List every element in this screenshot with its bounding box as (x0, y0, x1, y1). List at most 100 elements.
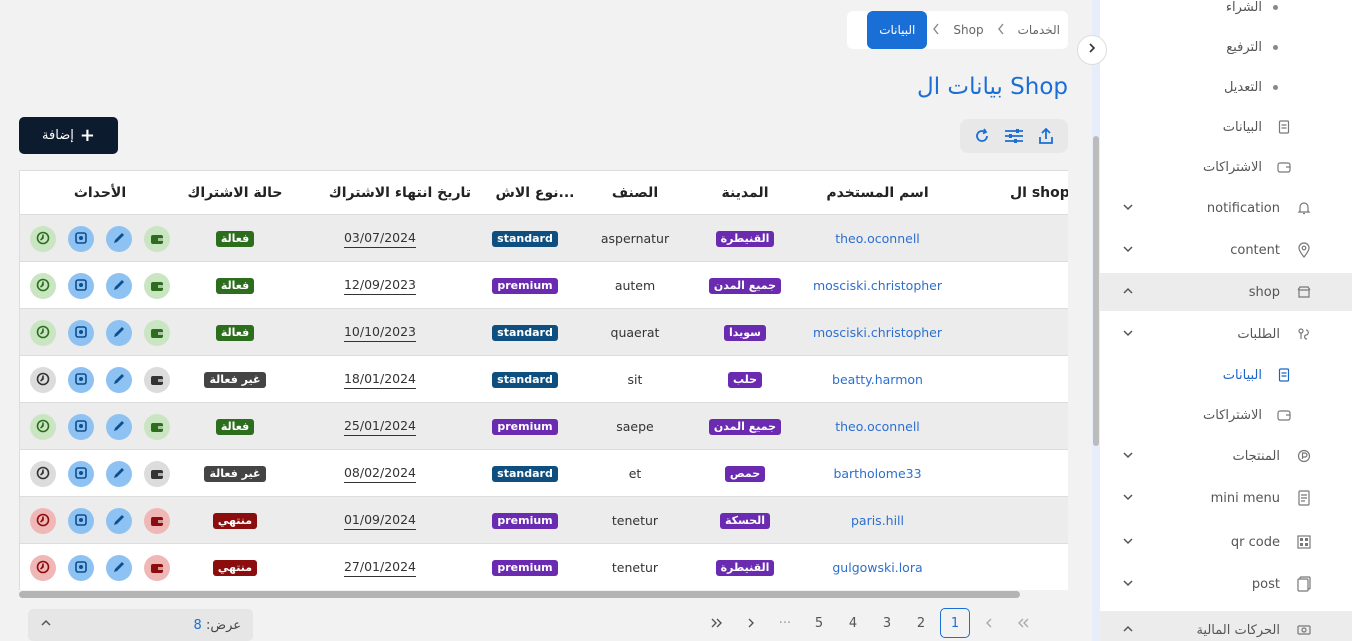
username-link[interactable]: gulgowski.lora (800, 544, 955, 591)
chevron-down-icon[interactable] (1122, 327, 1134, 341)
history-button[interactable] (30, 461, 56, 487)
column-header-username[interactable]: اسم المستخدم (810, 171, 945, 215)
sidebar-item-13[interactable]: qr code (1100, 523, 1352, 561)
filter-sliders-icon[interactable] (1003, 125, 1025, 147)
chevron-down-icon[interactable] (1122, 201, 1134, 215)
username-link[interactable]: theo.oconnell (800, 403, 955, 450)
sidebar-item-14[interactable]: post (1100, 565, 1352, 603)
table-row[interactable]: theo.oconnell جميع المدن saepe premium 25/01… (20, 403, 1068, 450)
edit-button[interactable] (106, 226, 132, 252)
subscription-wallet-button[interactable] (144, 367, 170, 393)
table-row[interactable]: mosciski.christopher جميع المدن autem premi… (20, 262, 1068, 309)
sidebar-item-0[interactable]: الشراء (1100, 0, 1352, 26)
edit-button[interactable] (106, 273, 132, 299)
page-2-button[interactable]: 2 (904, 608, 938, 638)
horizontal-scrollbar[interactable] (19, 590, 1068, 599)
breadcrumb-item-shop[interactable]: Shop (945, 23, 991, 37)
history-button[interactable] (30, 367, 56, 393)
column-header-city[interactable]: المدينة (695, 171, 795, 215)
history-button[interactable] (30, 555, 56, 581)
username-link[interactable]: mosciski.christopher (800, 262, 955, 309)
sidebar-item-7[interactable]: shop (1100, 273, 1352, 311)
edit-button[interactable] (106, 367, 132, 393)
column-header-status[interactable]: حالة الاشتراك (180, 171, 290, 215)
sidebar-toggle-button[interactable] (1077, 35, 1107, 65)
column-header-expiry-date[interactable]: تاريخ انتهاء الاشتراك (325, 171, 475, 215)
table-row[interactable]: paris.hill الحسكة tenetur premium 01/09/2024… (20, 497, 1068, 544)
sidebar-item-3[interactable]: البيانات (1100, 108, 1352, 146)
subscription-wallet-button[interactable] (144, 508, 170, 534)
scrollbar-thumb[interactable] (19, 591, 1020, 598)
view-button[interactable] (68, 320, 94, 346)
column-header-subscription-type[interactable]: نوع الاش... (480, 171, 590, 215)
sidebar-item-8[interactable]: الطلبات (1100, 315, 1352, 353)
chevron-down-icon[interactable] (1122, 491, 1134, 505)
subscription-wallet-button[interactable] (144, 414, 170, 440)
sidebar-item-10[interactable]: الاشتراكات (1100, 396, 1352, 434)
username-link[interactable]: mosciski.christopher (800, 309, 955, 356)
username-link[interactable]: theo.oconnell (800, 215, 955, 262)
last-page-icon[interactable] (700, 608, 734, 638)
sidebar-item-12[interactable]: mini menu (1100, 479, 1352, 517)
sidebar-item-2[interactable]: التعديل (1100, 68, 1352, 106)
breadcrumb-item-services[interactable]: الخدمات (1010, 23, 1068, 37)
subscription-wallet-button[interactable] (144, 273, 170, 299)
page-1-button[interactable]: 1 (940, 608, 970, 638)
sidebar-item-6[interactable]: content (1100, 231, 1352, 269)
column-header-shop[interactable]: ال shop (1010, 171, 1068, 215)
history-button[interactable] (30, 320, 56, 346)
chevron-down-icon[interactable] (1122, 449, 1134, 463)
sidebar-item-5[interactable]: notification (1100, 189, 1352, 227)
sidebar-item-11[interactable]: المنتجات (1100, 437, 1352, 475)
table-row[interactable]: beatty.harmon حلب sit standard 18/01/2024 غير… (20, 356, 1068, 403)
history-button[interactable] (30, 508, 56, 534)
view-button[interactable] (68, 367, 94, 393)
table-row[interactable]: bartholome33 حمص et standard 08/02/2024 غير ف… (20, 450, 1068, 497)
username-link[interactable]: beatty.harmon (800, 356, 955, 403)
sidebar-item-9[interactable]: البيانات (1100, 356, 1352, 394)
page-4-button[interactable]: 4 (836, 608, 870, 638)
export-icon[interactable] (1035, 125, 1057, 147)
chevron-up-icon[interactable] (1122, 623, 1134, 637)
rows-per-page-select[interactable]: عرض: 8 (28, 609, 253, 641)
edit-button[interactable] (106, 508, 132, 534)
subscription-wallet-button[interactable] (144, 320, 170, 346)
edit-button[interactable] (106, 461, 132, 487)
table-row[interactable]: mosciski.christopher سويدا quaerat standard… (20, 309, 1068, 356)
table-row[interactable]: gulgowski.lora القنيطرة tenetur premium 27/0… (20, 544, 1068, 591)
refresh-icon[interactable] (971, 125, 993, 147)
table-row[interactable]: theo.oconnell القنيطرة aspernatur standard 0… (20, 215, 1068, 262)
page-3-button[interactable]: 3 (870, 608, 904, 638)
edit-button[interactable] (106, 414, 132, 440)
sidebar-item-1[interactable]: الترفيع (1100, 28, 1352, 66)
subscription-wallet-button[interactable] (144, 226, 170, 252)
view-button[interactable] (68, 555, 94, 581)
history-button[interactable] (30, 414, 56, 440)
view-button[interactable] (68, 273, 94, 299)
chevron-down-icon[interactable] (1122, 577, 1134, 591)
sidebar-item-4[interactable]: الاشتراكات (1100, 148, 1352, 186)
view-button[interactable] (68, 414, 94, 440)
history-button[interactable] (30, 273, 56, 299)
previous-page-icon[interactable] (972, 608, 1006, 638)
history-button[interactable] (30, 226, 56, 252)
next-page-icon[interactable] (734, 608, 768, 638)
view-button[interactable] (68, 461, 94, 487)
username-link[interactable]: bartholome33 (800, 450, 955, 497)
chevron-down-icon[interactable] (1122, 243, 1134, 257)
edit-button[interactable] (106, 320, 132, 346)
subscription-wallet-button[interactable] (144, 461, 170, 487)
add-button[interactable]: إضافة + (19, 117, 118, 154)
subscription-wallet-button[interactable] (144, 555, 170, 581)
view-button[interactable] (68, 226, 94, 252)
edit-button[interactable] (106, 555, 132, 581)
chevron-up-icon[interactable] (1122, 285, 1134, 299)
column-header-category[interactable]: الصنف (590, 171, 680, 215)
username-link[interactable]: paris.hill (800, 497, 955, 544)
chevron-down-icon[interactable] (1122, 535, 1134, 549)
sidebar-item-15[interactable]: الحركات المالية (1100, 611, 1352, 641)
main-vertical-scrollbar[interactable] (1092, 0, 1100, 641)
view-button[interactable] (68, 508, 94, 534)
scrollbar-thumb[interactable] (1093, 136, 1099, 446)
page-5-button[interactable]: 5 (802, 608, 836, 638)
